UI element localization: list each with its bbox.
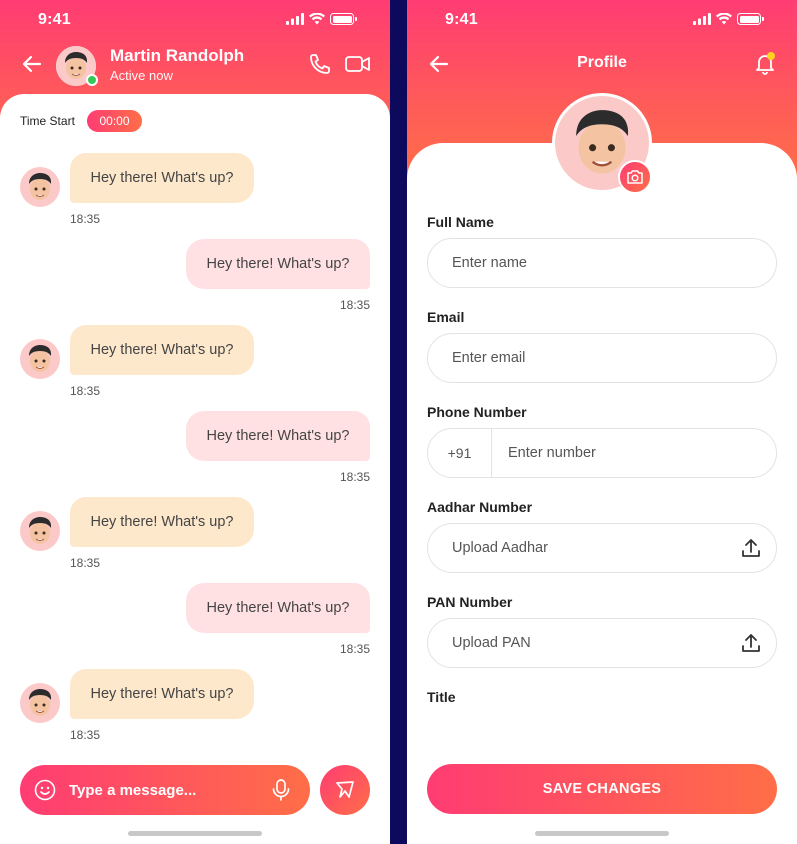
- page-title: Profile: [577, 54, 627, 71]
- message-bubble-incoming[interactable]: Hey there! What's up?: [70, 669, 254, 719]
- message-avatar: [20, 683, 60, 723]
- home-indicator: [128, 831, 262, 836]
- upload-icon[interactable]: [740, 537, 762, 559]
- email-field: [427, 333, 777, 383]
- memoji-avatar-icon: [29, 173, 52, 200]
- camera-icon: [627, 170, 643, 184]
- upload-icon[interactable]: [740, 632, 762, 654]
- aadhar-upload-input[interactable]: [452, 524, 732, 572]
- country-code-selector[interactable]: +91: [428, 429, 492, 477]
- message-avatar: [20, 167, 60, 207]
- profile-screen: 9:41 Profile Full Name Email Phone Numbe…: [407, 0, 797, 844]
- battery-icon: [737, 13, 764, 25]
- video-call-icon[interactable]: [344, 52, 372, 76]
- phone-field: +91: [427, 428, 777, 478]
- full-name-label: Full Name: [427, 214, 494, 230]
- emoji-icon[interactable]: [34, 779, 56, 801]
- pan-upload-field[interactable]: [427, 618, 777, 668]
- title-label: Title: [427, 689, 456, 705]
- microphone-icon[interactable]: [270, 778, 292, 802]
- message-time: 18:35: [70, 384, 101, 398]
- message-bubble-outgoing[interactable]: Hey there! What's up?: [186, 411, 370, 461]
- message-time: 18:35: [339, 470, 370, 484]
- battery-icon: [330, 13, 357, 25]
- status-icons: [693, 13, 764, 25]
- timer-badge: 00:00: [87, 110, 142, 132]
- status-time: 9:41: [445, 11, 478, 28]
- message-time: 18:35: [339, 298, 370, 312]
- status-time: 9:41: [38, 11, 71, 28]
- message-time: 18:35: [70, 212, 101, 226]
- signal-icon: [286, 13, 304, 25]
- aadhar-label: Aadhar Number: [427, 499, 533, 515]
- wifi-icon: [309, 13, 325, 25]
- message-bubble-outgoing[interactable]: Hey there! What's up?: [186, 583, 370, 633]
- contact-avatar[interactable]: [56, 46, 98, 86]
- online-status-dot: [86, 74, 98, 86]
- notification-dot: [767, 52, 775, 60]
- signal-icon: [693, 13, 711, 25]
- message-avatar: [20, 511, 60, 551]
- send-icon: [336, 781, 354, 798]
- memoji-avatar-icon: [29, 517, 52, 544]
- message-time: 18:35: [339, 642, 370, 656]
- phone-label: Phone Number: [427, 404, 527, 420]
- contact-status: Active now: [110, 68, 173, 83]
- pan-upload-input[interactable]: [452, 619, 732, 667]
- save-changes-button[interactable]: SAVE CHANGES: [427, 764, 777, 814]
- status-icons: [286, 13, 357, 25]
- send-button[interactable]: [320, 765, 370, 815]
- message-time: 18:35: [70, 728, 101, 742]
- status-bar: 9:41: [407, 0, 797, 40]
- message-bubble-incoming[interactable]: Hey there! What's up?: [70, 497, 254, 547]
- back-arrow-icon[interactable]: [20, 52, 44, 76]
- memoji-avatar-icon: [29, 345, 52, 372]
- pan-label: PAN Number: [427, 594, 513, 610]
- change-photo-button[interactable]: [618, 160, 652, 194]
- status-bar: 9:41: [0, 0, 390, 40]
- message-time: 18:35: [70, 556, 101, 570]
- memoji-avatar-icon: [29, 689, 52, 716]
- contact-name: Martin Randolph: [110, 46, 245, 65]
- home-indicator: [535, 831, 669, 836]
- phone-input[interactable]: [508, 429, 758, 477]
- message-bubble-outgoing[interactable]: Hey there! What's up?: [186, 239, 370, 289]
- wifi-icon: [716, 13, 732, 25]
- message-input[interactable]: [69, 765, 259, 815]
- email-input[interactable]: [452, 334, 732, 382]
- chat-body[interactable]: Time Start 00:00 Hey there! What's up? 1…: [0, 94, 390, 844]
- full-name-input[interactable]: [452, 239, 732, 287]
- phone-call-icon[interactable]: [308, 52, 332, 76]
- aadhar-upload-field[interactable]: [427, 523, 777, 573]
- message-bubble-incoming[interactable]: Hey there! What's up?: [70, 325, 254, 375]
- message-bubble-incoming[interactable]: Hey there! What's up?: [70, 153, 254, 203]
- email-label: Email: [427, 309, 465, 325]
- timer-label: Time Start: [20, 114, 75, 128]
- full-name-field: [427, 238, 777, 288]
- message-avatar: [20, 339, 60, 379]
- chat-screen: 9:41 Martin Randolph Active now Time Sta…: [0, 0, 390, 844]
- message-composer: [20, 765, 310, 815]
